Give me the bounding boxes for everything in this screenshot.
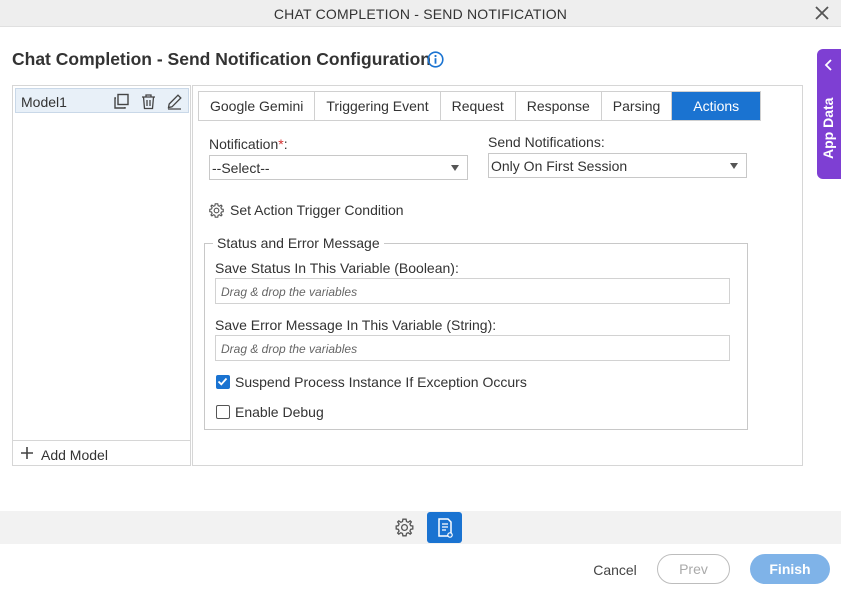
- prev-button[interactable]: Prev: [657, 554, 730, 584]
- save-error-message-variable-field[interactable]: Drag & drop the variables: [215, 335, 730, 361]
- pencil-icon[interactable]: [166, 93, 183, 110]
- save-error-message-placeholder: Drag & drop the variables: [221, 342, 358, 356]
- add-model-label: Add Model: [41, 447, 108, 463]
- save-status-label: Save Status In This Variable (Boolean):: [215, 260, 459, 276]
- window-title: CHAT COMPLETION - SEND NOTIFICATION: [273, 6, 568, 22]
- settings-gear-icon[interactable]: [394, 517, 415, 538]
- save-status-variable-field[interactable]: Drag & drop the variables: [215, 278, 730, 304]
- plus-icon: [21, 447, 33, 459]
- finish-button[interactable]: Finish: [750, 554, 830, 584]
- dropdown-arrow-icon: [451, 165, 459, 171]
- send-notifications-select-value: Only On First Session: [491, 158, 628, 174]
- model-list-item[interactable]: Model1: [15, 88, 189, 113]
- set-action-trigger-condition-label: Set Action Trigger Condition: [230, 202, 404, 218]
- info-icon[interactable]: [427, 51, 444, 68]
- configuration-panel: Google Gemini Triggering Event Request R…: [192, 85, 803, 466]
- save-error-message-label: Save Error Message In This Variable (Str…: [215, 317, 497, 333]
- cancel-button[interactable]: Cancel: [585, 559, 645, 581]
- duplicate-icon[interactable]: [113, 93, 130, 110]
- tab-bar: Google Gemini Triggering Event Request R…: [198, 91, 762, 121]
- notification-label: Notification*:: [209, 136, 288, 152]
- tab-request[interactable]: Request: [440, 92, 516, 120]
- title-bar: CHAT COMPLETION - SEND NOTIFICATION: [0, 0, 841, 27]
- status-and-error-legend: Status and Error Message: [213, 235, 384, 251]
- add-model-button[interactable]: Add Model: [13, 440, 190, 465]
- tab-google-gemini[interactable]: Google Gemini: [199, 92, 316, 120]
- notification-select[interactable]: --Select--: [209, 155, 468, 180]
- document-config-button[interactable]: [427, 512, 462, 543]
- enable-debug-label: Enable Debug: [235, 404, 324, 420]
- model-list-panel: Model1 Add Model: [12, 85, 191, 466]
- send-notifications-select[interactable]: Only On First Session: [488, 153, 747, 178]
- close-icon[interactable]: [813, 4, 831, 22]
- app-data-tab[interactable]: App Data: [817, 49, 841, 179]
- tab-actions[interactable]: Actions: [672, 92, 761, 120]
- status-and-error-group: Status and Error Message Save Status In …: [204, 235, 748, 430]
- page-title: Chat Completion - Send Notification Conf…: [12, 49, 431, 69]
- checkmark-icon: [217, 377, 228, 386]
- tab-parsing[interactable]: Parsing: [601, 92, 673, 120]
- chevron-left-icon: [824, 59, 832, 71]
- send-notifications-label: Send Notifications:: [488, 134, 605, 150]
- suspend-process-checkbox[interactable]: [216, 375, 230, 389]
- dropdown-arrow-icon: [730, 163, 738, 169]
- trash-icon[interactable]: [140, 93, 157, 110]
- save-status-placeholder: Drag & drop the variables: [221, 285, 358, 299]
- app-data-label: App Data: [820, 97, 836, 159]
- enable-debug-checkbox[interactable]: [216, 405, 230, 419]
- document-icon: [438, 518, 453, 538]
- model-name: Model1: [21, 94, 67, 110]
- gear-icon: [209, 203, 224, 218]
- footer-toolbar: [0, 511, 841, 544]
- tab-triggering-event[interactable]: Triggering Event: [315, 92, 441, 120]
- suspend-process-label: Suspend Process Instance If Exception Oc…: [235, 374, 527, 390]
- tab-response[interactable]: Response: [515, 92, 602, 120]
- notification-select-value: --Select--: [212, 160, 270, 176]
